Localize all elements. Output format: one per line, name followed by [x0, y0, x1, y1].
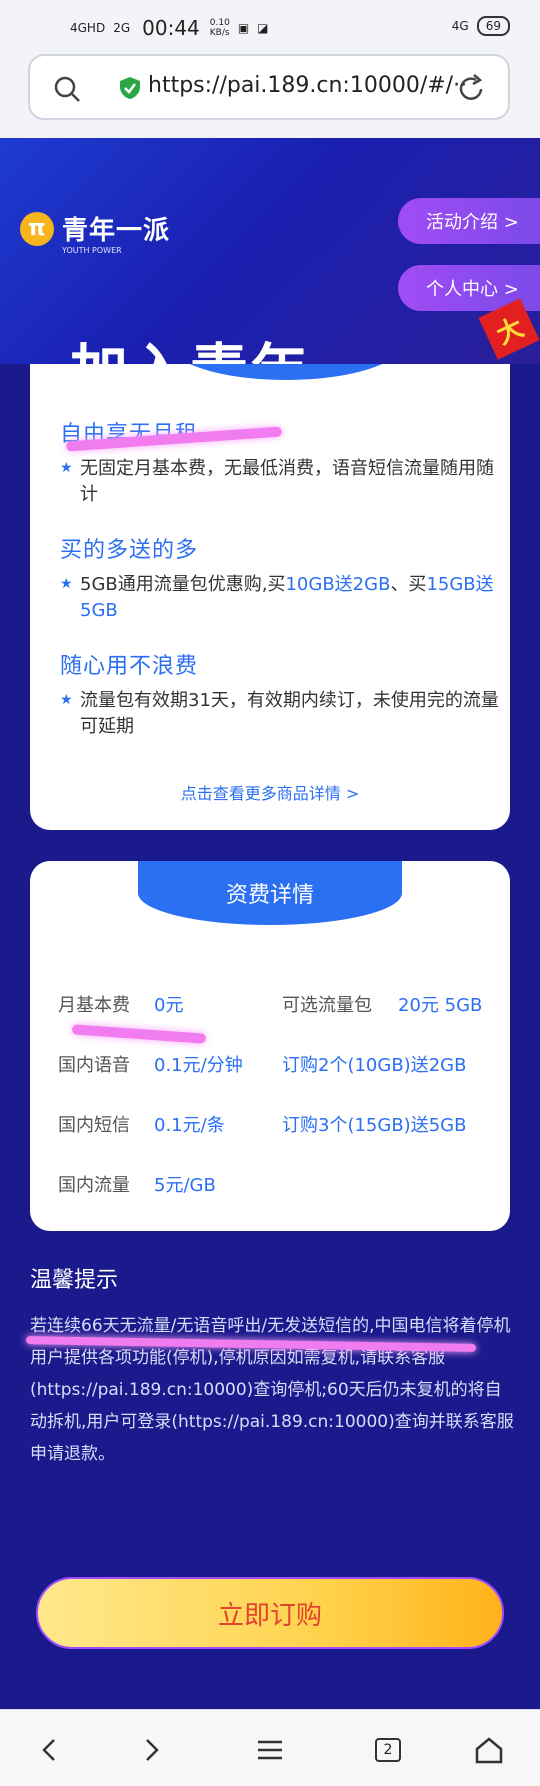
feature-line: ★ 流量包有效期31天，有效期内续订，未使用完的流量可延期: [60, 688, 500, 740]
notification-icon: ▣: [237, 21, 250, 35]
feature-title: 随心用不浪费: [60, 654, 199, 679]
star-icon: ★: [60, 460, 73, 476]
fee-value: 0.1元/条: [154, 1115, 225, 1136]
feature-line: ★ 5GB通用流量包优惠购,买10GB送2GB、买15GB送5GB: [60, 572, 500, 624]
fee-value: 0元: [154, 995, 184, 1016]
signal-icon-1: 4GHD: [70, 21, 106, 35]
clock: 00:44: [142, 16, 200, 40]
more-details-link[interactable]: 点击查看更多商品详情 >: [30, 780, 510, 804]
feature-line: ★ 无固定月基本费，无最低消费，语音短信流量随用随计: [60, 456, 500, 508]
option-label: 可选流量包: [282, 995, 372, 1016]
activity-intro-button[interactable]: 活动介绍 >: [398, 198, 540, 244]
fee-details-card: 资费详情 月基本费 0元 可选流量包 20元 5GB 国内语音 0.1元/分钟 …: [30, 861, 510, 1231]
menu-icon: [258, 1740, 282, 1760]
menu-button[interactable]: [250, 1730, 290, 1770]
secure-shield-icon: [120, 77, 140, 99]
home-icon: [475, 1737, 503, 1764]
fee-label: 国内短信: [58, 1115, 130, 1136]
status-right: 4G 69: [452, 16, 510, 36]
feature-item: 买的多送的多 ★ 5GB通用流量包优惠购,买10GB送2GB、买15GB送5GB: [60, 532, 500, 624]
brand-subtitle: YOUTH POWER: [62, 246, 122, 255]
fee-value: 0.1元/分钟: [154, 1055, 243, 1076]
status-bar: 4GHD 2G 00:44 0.10 KB/s ▣ ◪ 4G 69: [0, 0, 540, 52]
tips-body: 若连续66天无流量/无语音呼出/无发送短信的,中国电信将着停机用户提供各项功能(…: [30, 1316, 514, 1464]
feature-desc: 5GB通用流量包优惠购,买10GB送2GB、买15GB送5GB: [80, 572, 500, 624]
order-now-button[interactable]: 立即订购: [36, 1577, 504, 1649]
tips-title: 温馨提示: [30, 1268, 119, 1293]
fee-row: 国内流量 5元/GB: [58, 1171, 488, 1197]
fee-label: 月基本费: [58, 995, 130, 1016]
signal-icon-2: 2G: [113, 21, 131, 35]
hero-banner: π 青年一派 YOUTH POWER 活动介绍 > 个人中心 > 加入青年 大: [0, 138, 540, 364]
option-value: 20元 5GB: [398, 995, 483, 1016]
battery-icon: 69: [476, 16, 510, 36]
reload-icon[interactable]: [454, 72, 488, 106]
star-icon: ★: [60, 692, 73, 708]
tabs-button[interactable]: 2: [368, 1730, 408, 1770]
network-speed: 0.10 KB/s: [210, 18, 230, 38]
fee-value: 5元/GB: [154, 1175, 216, 1196]
address-bar[interactable]: https://pai.189.cn:10000/#/···: [28, 54, 510, 120]
option-value: 订购2个(10GB)送2GB: [282, 1055, 467, 1076]
back-button[interactable]: [30, 1730, 70, 1770]
feature-title: 买的多送的多: [60, 538, 199, 563]
desc-text: 5GB通用流量包优惠购,买: [80, 574, 286, 595]
browser-bottom-nav: 2: [0, 1709, 540, 1786]
message-icon: ◪: [257, 21, 269, 35]
network-type-icon: 4G: [451, 19, 469, 33]
desc-text: 、买: [390, 574, 427, 595]
chevron-right-icon: [146, 1739, 159, 1761]
speed-value: 0.10: [209, 18, 230, 28]
speed-unit: KB/s: [209, 28, 230, 38]
fee-label: 国内流量: [58, 1175, 130, 1196]
fee-row: 国内短信 0.1元/条 订购3个(15GB)送5GB: [58, 1111, 488, 1137]
feature-item: 随心用不浪费 ★ 流量包有效期31天，有效期内续订，未使用完的流量可延期: [60, 648, 500, 740]
tab-count-icon: 2: [375, 1738, 401, 1762]
brand-logo: π 青年一派 YOUTH POWER: [20, 210, 171, 255]
banner-headline: 加入青年: [70, 324, 310, 364]
highlight-scribble: [71, 1024, 207, 1044]
features-card: 自由享无月租 ★ 无固定月基本费，无最低消费，语音短信流量随用随计 买的多送的多…: [30, 364, 510, 830]
tips-section: 温馨提示 若连续66天无流量/无语音呼出/无发送短信的,中国电信将着停机用户提供…: [30, 1262, 516, 1470]
chevron-left-icon: [42, 1739, 55, 1761]
feature-desc: 流量包有效期31天，有效期内续订，未使用完的流量可延期: [80, 690, 499, 737]
pi-logo-icon: π: [20, 211, 54, 246]
fee-title: 资费详情: [138, 861, 402, 925]
fee-row: 国内语音 0.1元/分钟 订购2个(10GB)送2GB: [58, 1051, 488, 1077]
card-header-arc: [168, 364, 404, 380]
star-icon: ★: [60, 576, 73, 592]
search-icon[interactable]: [52, 74, 82, 104]
forward-button[interactable]: [131, 1730, 171, 1770]
option-value: 订购3个(15GB)送5GB: [282, 1115, 467, 1136]
status-left: 4GHD 2G 00:44 0.10 KB/s ▣ ◪: [70, 16, 269, 40]
desc-highlight: 10GB送2GB: [285, 574, 391, 595]
feature-desc: 无固定月基本费，无最低消费，语音短信流量随用随计: [80, 458, 494, 505]
fee-label: 国内语音: [58, 1055, 130, 1076]
home-button[interactable]: [469, 1730, 509, 1770]
fee-row: 月基本费 0元 可选流量包 20元 5GB: [58, 991, 488, 1017]
url-text[interactable]: https://pai.189.cn:10000/#/···: [148, 73, 468, 98]
brand-name: 青年一派: [62, 216, 171, 246]
browser-toolbar: https://pai.189.cn:10000/#/···: [0, 52, 540, 138]
